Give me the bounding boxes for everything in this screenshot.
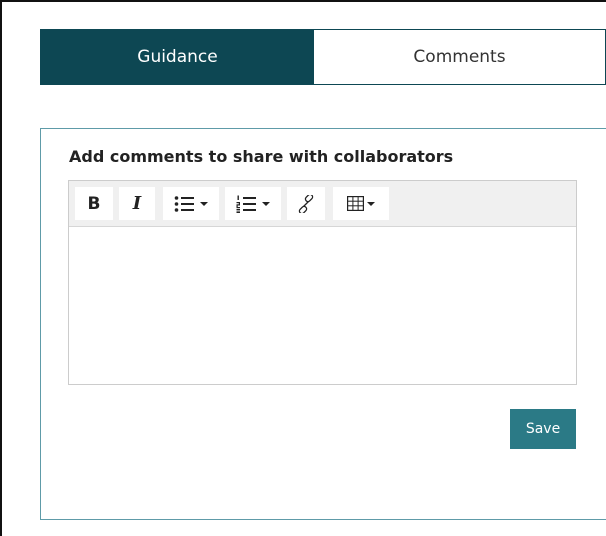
bullet-list-icon <box>174 195 194 212</box>
bold-icon: B <box>87 193 101 214</box>
tab-comments-label: Comments <box>413 47 506 67</box>
chevron-down-icon <box>262 201 270 206</box>
tab-comments[interactable]: Comments <box>314 30 605 84</box>
save-button[interactable]: Save <box>510 409 576 449</box>
table-group <box>333 187 389 220</box>
tab-bar: Guidance Comments <box>40 29 606 85</box>
format-group: B I <box>75 187 155 220</box>
editor-toolbar: B I <box>69 181 576 227</box>
comment-text-area[interactable] <box>69 227 576 384</box>
link-group <box>287 187 325 220</box>
chevron-down-icon <box>367 201 375 206</box>
table-button[interactable] <box>333 187 389 220</box>
link-button[interactable] <box>287 187 325 220</box>
italic-button[interactable]: I <box>119 187 155 220</box>
italic-icon: I <box>132 193 142 214</box>
panel-title: Add comments to share with collaborators <box>69 147 454 166</box>
list-group <box>163 187 281 220</box>
bold-button[interactable]: B <box>75 187 113 220</box>
table-icon <box>347 196 364 211</box>
tab-guidance-label: Guidance <box>137 47 218 67</box>
numbered-list-button[interactable] <box>225 187 281 220</box>
link-icon <box>298 194 314 213</box>
tab-guidance[interactable]: Guidance <box>41 30 314 84</box>
numbered-list-icon <box>236 195 256 213</box>
chevron-down-icon <box>200 201 208 206</box>
bullet-list-button[interactable] <box>163 187 219 220</box>
rich-text-editor: B I <box>68 180 577 385</box>
